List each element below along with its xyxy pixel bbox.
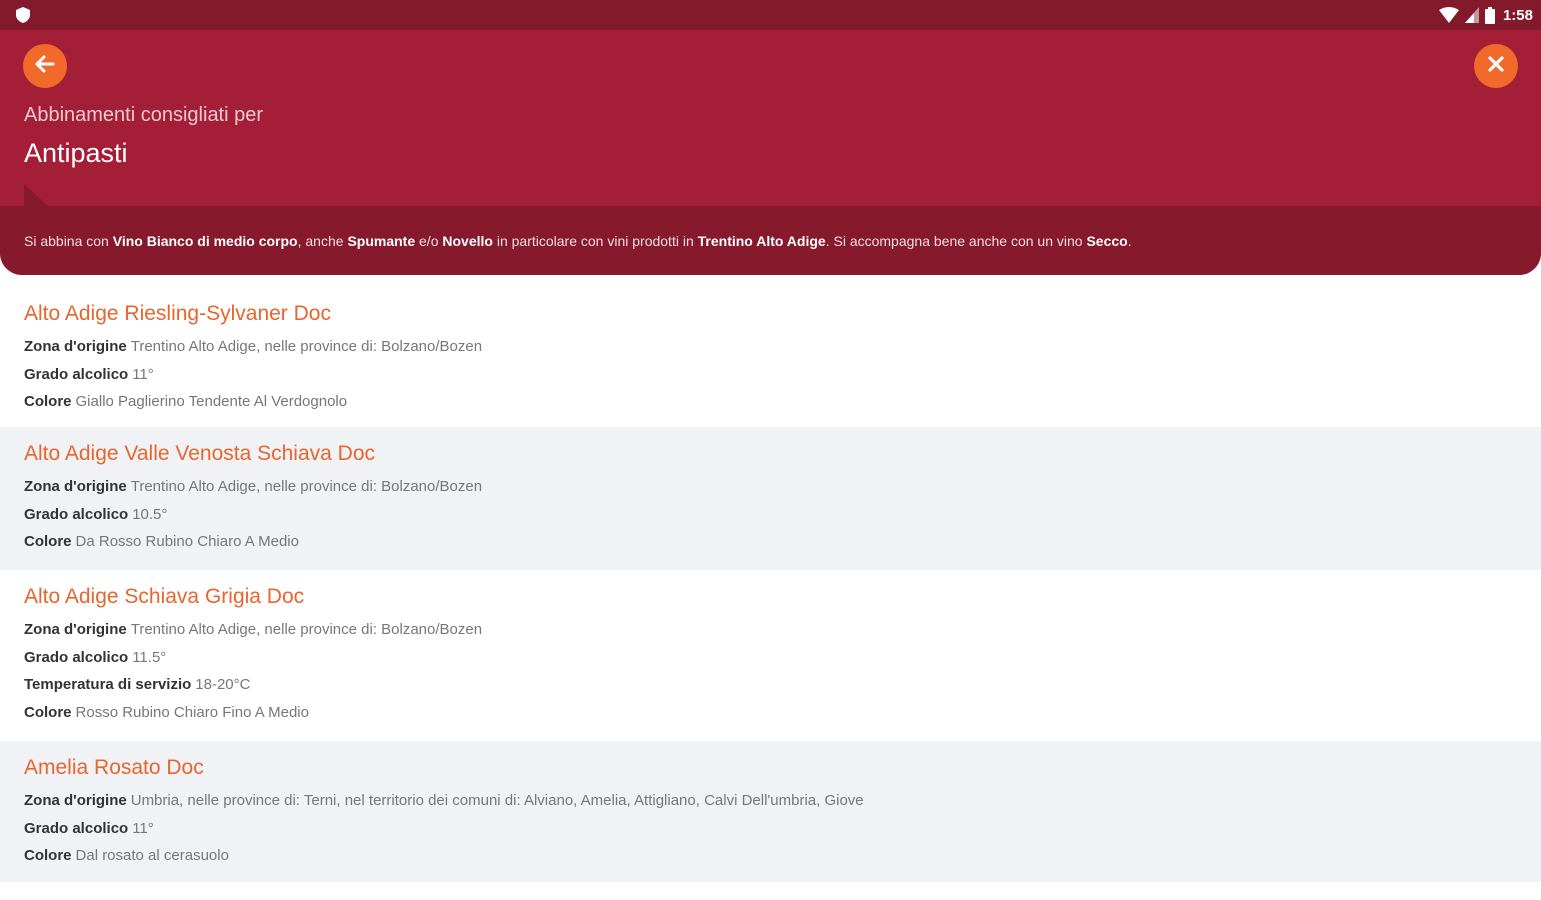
header-subtitle: Abbinamenti consigliati per	[24, 104, 264, 126]
wine-detail-row: Zona d'origine Umbria, nelle province di:…	[24, 792, 864, 809]
wine-list-item[interactable]: Alto Adige Valle Venosta Schiava Doc Zon…	[0, 427, 1541, 570]
wine-list-item[interactable]: Alto Adige Riesling-Sylvaner Doc Zona d'…	[0, 287, 1541, 427]
wine-list: Alto Adige Riesling-Sylvaner Doc Zona d'…	[0, 287, 1541, 882]
signal-icon	[1464, 7, 1479, 23]
wine-detail-row: Grado alcolico 10.5°	[24, 505, 168, 523]
arrow-left-icon	[34, 53, 56, 80]
wine-name[interactable]: Alto Adige Riesling-Sylvaner Doc	[24, 301, 1517, 337]
battery-icon	[1484, 6, 1495, 24]
shield-icon	[14, 6, 32, 24]
wine-list-item[interactable]: Alto Adige Schiava Grigia Doc Zona d'ori…	[0, 570, 1541, 741]
wine-name[interactable]: Amelia Rosato Doc	[24, 755, 1517, 791]
wine-detail-row: Grado alcolico 11°	[24, 365, 154, 383]
header: Abbinamenti consigliati per Antipasti Si…	[0, 30, 1541, 275]
wine-detail-row: Grado alcolico 11°	[24, 819, 154, 837]
wine-detail-row: Colore Giallo Paglierino Tendente Al Verd…	[24, 393, 348, 410]
description-pointer	[24, 184, 48, 206]
pairing-description: Si abbina con Vino Bianco di medio corpo…	[0, 206, 1541, 275]
wine-detail-row: Colore Dal rosato al cerasuolo	[24, 847, 229, 864]
close-button[interactable]	[1474, 44, 1518, 88]
back-button[interactable]	[23, 44, 67, 88]
wine-detail-row: Colore Rosso Rubino Chiaro Fino A Medio	[24, 703, 309, 721]
page-title: Antipasti	[24, 138, 128, 168]
wine-name[interactable]: Alto Adige Schiava Grigia Doc	[24, 584, 1517, 620]
wifi-icon	[1438, 7, 1459, 23]
wine-detail-row: Grado alcolico 11.5°	[24, 648, 167, 666]
wine-detail-row: Zona d'origine Trentino Alto Adige, nelle…	[24, 338, 483, 355]
wine-detail-row: Zona d'origine Trentino Alto Adige, nelle…	[24, 478, 483, 495]
status-bar: 1:58	[0, 0, 1541, 30]
wine-detail-row: Temperatura di servizio 18-20°C	[24, 676, 251, 693]
close-icon	[1486, 54, 1506, 79]
wine-name[interactable]: Alto Adige Valle Venosta Schiava Doc	[24, 441, 1517, 477]
wine-detail-row: Colore Da Rosso Rubino Chiaro A Medio	[24, 533, 299, 550]
status-time: 1:58	[1502, 6, 1533, 24]
wine-detail-row: Zona d'origine Trentino Alto Adige, nelle…	[24, 621, 483, 638]
wine-list-item[interactable]: Amelia Rosato Doc Zona d'origine Umbria, …	[0, 741, 1541, 882]
